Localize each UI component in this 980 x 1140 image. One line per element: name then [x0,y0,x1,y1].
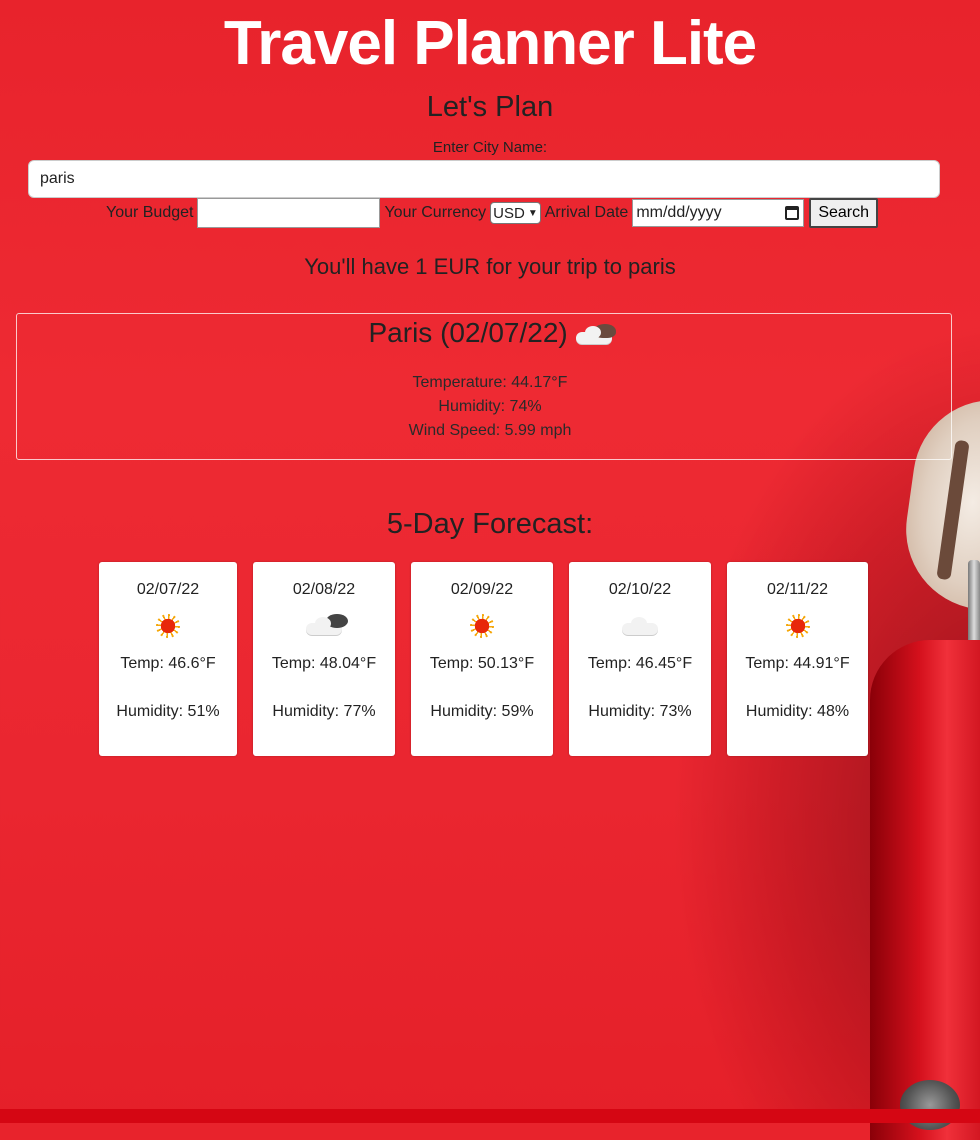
forecast-title: 5-Day Forecast: [386,508,594,540]
city-label: Enter City Name: [432,139,548,156]
luggage-handle-image [968,560,980,650]
currency-value: USD [493,204,525,222]
bottom-bar [0,1109,980,1123]
calendar-icon[interactable] [785,206,800,220]
current-humidity: Humidity: 74% [438,398,542,415]
arrival-date-placeholder: mm/dd/yyyy [636,204,722,221]
search-button[interactable]: Search [809,198,879,228]
forecast-card: 02/10/22 Temp: 46.45°F Humidity: 73% [569,562,711,756]
current-weather-city-date: Paris (02/07/22) [368,317,568,348]
cloud-icon [306,614,348,635]
forecast-date: 02/07/22 [136,581,200,598]
arrival-date-label: Arrival Date [544,204,629,221]
forecast-humidity: Humidity: 51% [116,703,220,720]
budget-message: You'll have 1 EUR for your trip to paris [304,254,676,279]
currency-select[interactable]: USD ▼ [490,202,541,224]
app-title: Travel Planner Lite [223,9,757,78]
forecast-temp: Temp: 46.6°F [120,655,216,672]
forecast-humidity: Humidity: 59% [430,703,534,720]
forecast-card: 02/07/22 Temp: 46.6°F Humidity: 51% [99,562,237,756]
section-title: Let's Plan [426,91,554,123]
current-temperature: Temperature: 44.17°F [412,374,568,391]
forecast-date: 02/10/22 [608,581,672,598]
sun-icon [785,614,810,638]
luggage-image [870,640,980,1140]
forecast-temp: Temp: 44.91°F [745,655,850,672]
trip-form-row: Your Budget Your Currency USD ▼ Arrival … [0,198,980,228]
cloud-icon [622,617,658,635]
forecast-temp: Temp: 50.13°F [429,655,535,672]
current-weather-title: Paris (02/07/22) [0,317,980,349]
currency-label: Your Currency [384,204,487,221]
forecast-card: 02/09/22 Temp: 50.13°F Humidity: 59% [411,562,553,756]
forecast-card: 02/11/22 Temp: 44.91°F Humidity: 48% [727,562,868,756]
budget-input[interactable] [197,198,381,228]
partly-cloudy-icon [575,323,616,344]
current-wind-speed: Wind Speed: 5.99 mph [408,422,572,439]
arrival-date-input[interactable]: mm/dd/yyyy [632,199,805,227]
forecast-humidity: Humidity: 73% [588,703,692,720]
city-input[interactable] [28,160,940,198]
sun-icon [470,614,494,638]
forecast-temp: Temp: 46.45°F [587,655,693,672]
forecast-humidity: Humidity: 77% [272,703,376,720]
sun-icon [156,614,180,638]
chevron-down-icon: ▼ [527,207,538,219]
forecast-date: 02/11/22 [766,581,829,598]
forecast-date: 02/08/22 [292,581,356,598]
budget-label: Your Budget [105,204,194,221]
forecast-date: 02/09/22 [450,581,514,598]
forecast-humidity: Humidity: 48% [745,703,850,720]
forecast-temp: Temp: 48.04°F [271,655,377,672]
forecast-card: 02/08/22 Temp: 48.04°F Humidity: 77% [253,562,395,756]
